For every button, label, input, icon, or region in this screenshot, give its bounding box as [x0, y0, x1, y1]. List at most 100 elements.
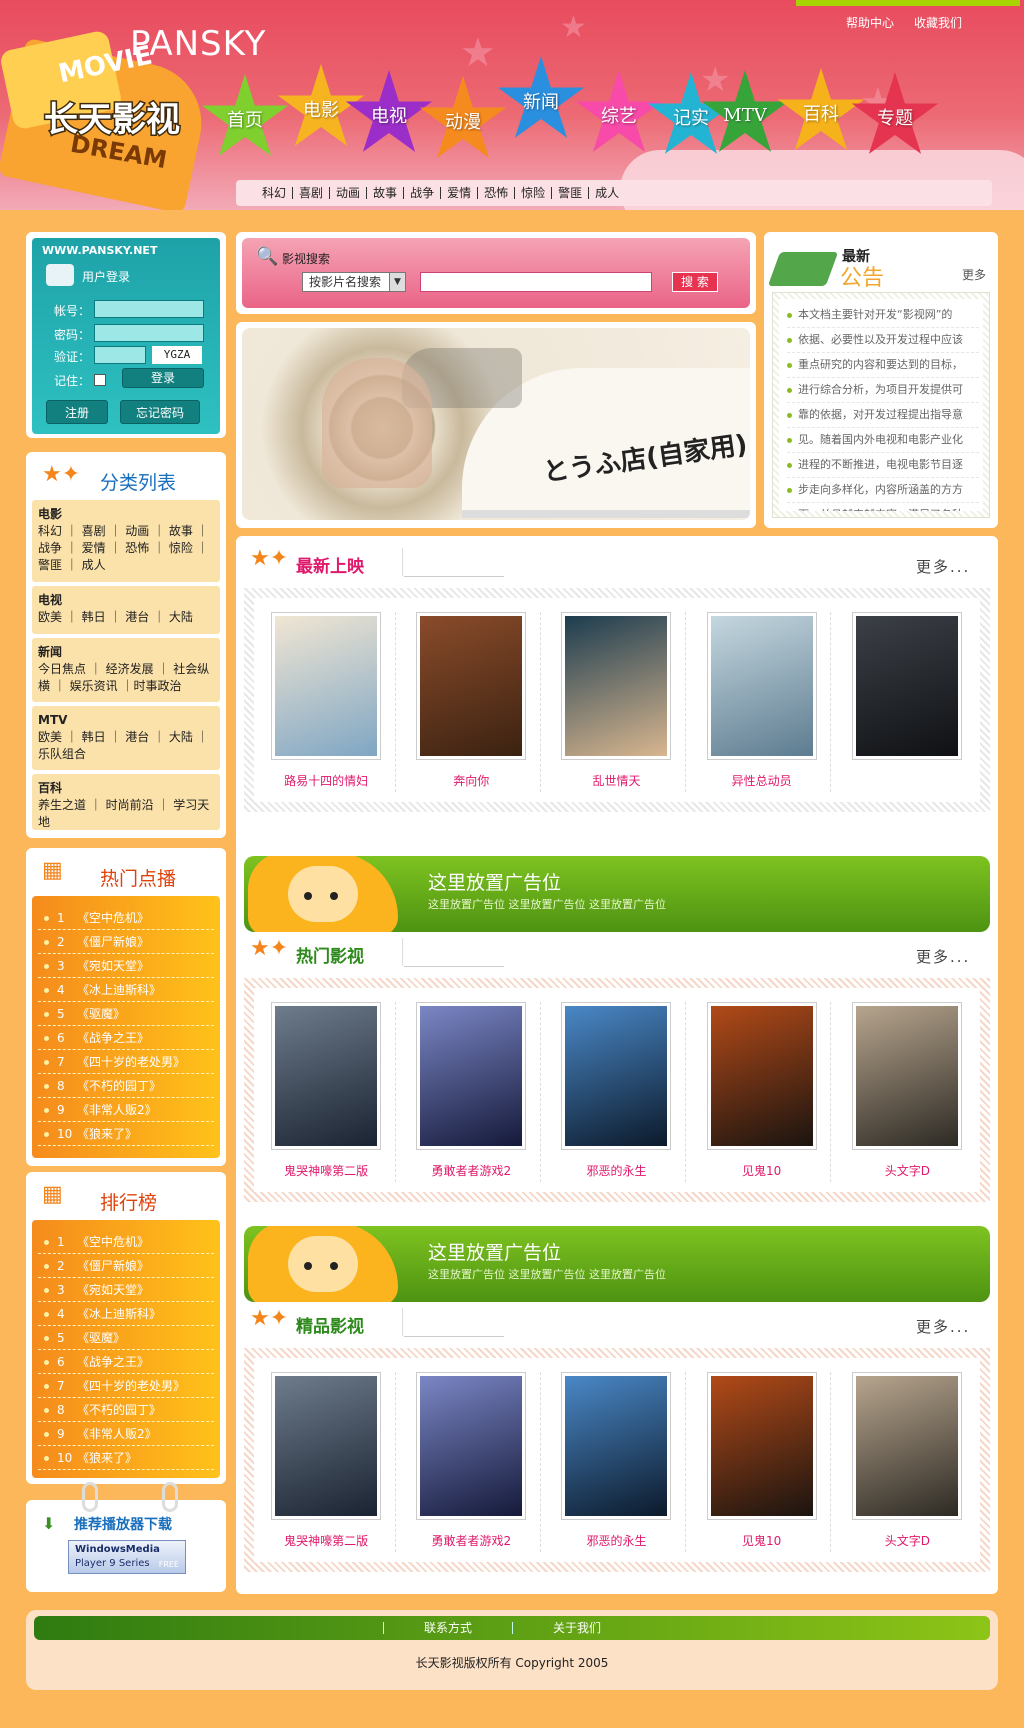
list-item[interactable]: 8 《不朽的园丁》: [38, 1398, 214, 1422]
movie-poster[interactable]: [416, 1002, 527, 1150]
help-center-link[interactable]: 帮助中心: [846, 14, 894, 31]
subnav-item[interactable]: 恐怖: [478, 187, 516, 199]
subnav-item[interactable]: 战争: [404, 187, 442, 199]
list-item[interactable]: 3 《宛如天堂》: [38, 954, 214, 978]
movie-card[interactable]: 邪恶的永生: [548, 1002, 686, 1182]
download-title[interactable]: 推荐播放器下载: [74, 1514, 172, 1534]
movie-poster[interactable]: [416, 612, 527, 760]
movie-card[interactable]: 异性总动员: [693, 612, 832, 792]
movie-poster[interactable]: [561, 1372, 672, 1520]
section-more-link[interactable]: 更多...: [916, 556, 970, 577]
verify-input[interactable]: [94, 346, 146, 364]
movie-card[interactable]: 见鬼10: [693, 1002, 832, 1182]
movie-card[interactable]: 头文字D: [838, 1002, 976, 1182]
movie-poster[interactable]: [271, 1372, 382, 1520]
subnav-item[interactable]: 动画: [330, 187, 368, 199]
subnav-item[interactable]: 故事: [367, 187, 405, 199]
movie-card[interactable]: 见鬼10: [693, 1372, 832, 1552]
movie-card[interactable]: [838, 612, 976, 792]
category-group-items[interactable]: 养生之道 ｜ 时尚前沿 ｜ 学习天地: [38, 798, 209, 829]
search-type-select[interactable]: 按影片名搜索 ▼: [302, 272, 406, 292]
bookmark-link[interactable]: 收藏我们: [914, 14, 962, 31]
list-item[interactable]: 9 《非常人贩2》: [38, 1098, 214, 1122]
category-group-items[interactable]: 欧美 ｜ 韩日 ｜ 港台 ｜ 大陆: [38, 610, 193, 624]
movie-poster[interactable]: [852, 1002, 963, 1150]
windows-media-player-badge[interactable]: WindowsMedia Player 9 Series FREE: [68, 1540, 186, 1574]
movie-card[interactable]: 邪恶的永生: [548, 1372, 686, 1552]
movie-poster[interactable]: [706, 612, 817, 760]
list-item[interactable]: 6 《战争之王》: [38, 1350, 214, 1374]
movie-poster[interactable]: [706, 1002, 817, 1150]
list-item[interactable]: 4 《冰上迪斯科》: [38, 978, 214, 1002]
movie-poster[interactable]: [852, 612, 963, 760]
movie-poster[interactable]: [416, 1372, 527, 1520]
movie-caption[interactable]: 奔向你: [403, 772, 540, 789]
movie-caption[interactable]: 勇敢者者游戏2: [403, 1532, 540, 1549]
list-item[interactable]: 1 《空中危机》: [38, 906, 214, 930]
movie-card[interactable]: 勇敢者者游戏2: [403, 1002, 541, 1182]
movie-caption[interactable]: 路易十四的情妇: [258, 772, 395, 789]
subnav-item[interactable]: 成人: [589, 187, 625, 199]
movie-card[interactable]: 奔向你: [403, 612, 541, 792]
movie-card[interactable]: 路易十四的情妇: [258, 612, 396, 792]
list-item[interactable]: 5 《驱魔》: [38, 1002, 214, 1026]
notice-more-link[interactable]: 更多: [962, 266, 986, 283]
subnav-item[interactable]: 警匪: [552, 187, 590, 199]
category-group-items[interactable]: 欧美 ｜ 韩日 ｜ 港台 ｜ 大陆 ｜ 乐队组合: [38, 730, 209, 761]
search-input[interactable]: [420, 272, 652, 292]
movie-card[interactable]: 鬼哭神嚎第二版: [258, 1372, 396, 1552]
movie-caption[interactable]: 勇敢者者游戏2: [403, 1162, 540, 1179]
movie-caption[interactable]: 头文字D: [838, 1162, 976, 1179]
remember-checkbox[interactable]: [94, 374, 106, 386]
ad-banner[interactable]: 这里放置广告位 这里放置广告位 这里放置广告位 这里放置广告位: [244, 1226, 990, 1302]
movie-poster[interactable]: [852, 1372, 963, 1520]
movie-caption[interactable]: 鬼哭神嚎第二版: [258, 1162, 395, 1179]
movie-poster[interactable]: [706, 1372, 817, 1520]
movie-card[interactable]: 勇敢者者游戏2: [403, 1372, 541, 1552]
movie-caption[interactable]: 异性总动员: [693, 772, 830, 789]
list-item[interactable]: 6 《战争之王》: [38, 1026, 214, 1050]
contact-link[interactable]: 联系方式: [382, 1622, 512, 1634]
movie-poster[interactable]: [271, 612, 382, 760]
category-group-items[interactable]: 今日焦点 ｜ 经济发展 ｜ 社会纵横 ｜ 娱乐资讯 ｜时事政治: [38, 662, 209, 693]
list-item[interactable]: 7 《四十岁的老处男》: [38, 1050, 214, 1074]
list-item[interactable]: 2 《僵尸新娘》: [38, 1254, 214, 1278]
list-item[interactable]: 4 《冰上迪斯科》: [38, 1302, 214, 1326]
subnav-item[interactable]: 科幻: [256, 187, 294, 199]
movie-poster[interactable]: [561, 1002, 672, 1150]
movie-caption[interactable]: 见鬼10: [693, 1532, 830, 1549]
nav-item-9[interactable]: 专题: [850, 72, 940, 162]
section-more-link[interactable]: 更多...: [916, 946, 970, 967]
category-group-items[interactable]: 科幻 ｜ 喜剧 ｜ 动画 ｜ 故事 ｜ 战争 ｜ 爱情 ｜ 恐怖 ｜ 惊险 ｜ …: [38, 524, 209, 572]
list-item[interactable]: 2 《僵尸新娘》: [38, 930, 214, 954]
account-input[interactable]: [94, 300, 204, 318]
ad-banner[interactable]: 这里放置广告位 这里放置广告位 这里放置广告位 这里放置广告位: [244, 856, 990, 932]
list-item[interactable]: 1 《空中危机》: [38, 1230, 214, 1254]
movie-poster[interactable]: [561, 612, 672, 760]
register-button[interactable]: 注册: [46, 400, 108, 424]
subnav-item[interactable]: 喜剧: [293, 187, 331, 199]
list-item[interactable]: 5 《驱魔》: [38, 1326, 214, 1350]
movie-caption[interactable]: 乱世情天: [548, 772, 685, 789]
movie-card[interactable]: 乱世情天: [548, 612, 686, 792]
movie-caption[interactable]: 头文字D: [838, 1532, 976, 1549]
list-item[interactable]: 3 《宛如天堂》: [38, 1278, 214, 1302]
list-item[interactable]: 9 《非常人贩2》: [38, 1422, 214, 1446]
list-item[interactable]: 8 《不朽的园丁》: [38, 1074, 214, 1098]
banner-image[interactable]: とうふ店(自家用): [242, 328, 750, 520]
movie-card[interactable]: 头文字D: [838, 1372, 976, 1552]
nav-item-4[interactable]: 新闻: [496, 56, 586, 146]
about-link[interactable]: 关于我们: [512, 1622, 641, 1634]
list-item[interactable]: 10 《狼来了》: [38, 1446, 214, 1470]
movie-caption[interactable]: 邪恶的永生: [548, 1532, 685, 1549]
movie-caption[interactable]: 邪恶的永生: [548, 1162, 685, 1179]
nav-item-3[interactable]: 动漫: [418, 76, 508, 166]
list-item[interactable]: 10 《狼来了》: [38, 1122, 214, 1146]
movie-poster[interactable]: [271, 1002, 382, 1150]
section-more-link[interactable]: 更多...: [916, 1316, 970, 1337]
movie-card[interactable]: 鬼哭神嚎第二版: [258, 1002, 396, 1182]
subnav-item[interactable]: 爱情: [441, 187, 479, 199]
movie-caption[interactable]: 鬼哭神嚎第二版: [258, 1532, 395, 1549]
subnav-item[interactable]: 惊险: [515, 187, 553, 199]
list-item[interactable]: 7 《四十岁的老处男》: [38, 1374, 214, 1398]
